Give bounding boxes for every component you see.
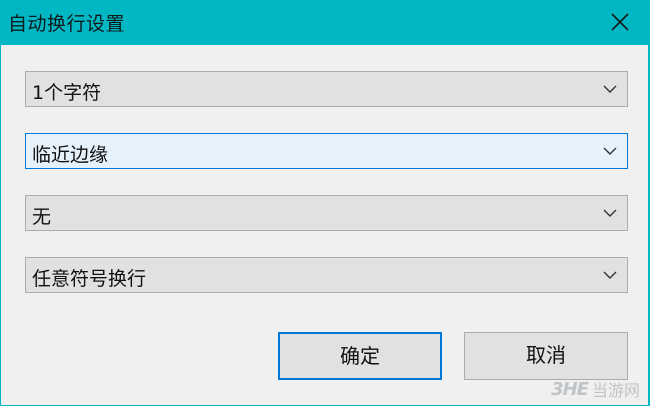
dialog-client-area: 1个字符 临近边缘 无 任意符号换行 确定 取消 3HE 当游网 [1, 45, 648, 405]
watermark: 3HE 当游网 [551, 377, 640, 401]
chevron-down-icon [603, 271, 617, 279]
watermark-logo: 3HE [551, 378, 589, 400]
window-title: 自动换行设置 [8, 13, 126, 35]
close-icon [611, 13, 629, 31]
combo-min-chars-value: 1个字符 [32, 82, 102, 104]
watermark-text: 当游网 [591, 381, 640, 400]
cancel-button[interactable]: 取消 [464, 332, 628, 380]
combo-indent[interactable]: 无 [25, 195, 628, 231]
combo-wrap-position-value: 临近边缘 [32, 144, 109, 166]
chevron-down-icon [603, 209, 617, 217]
dialog-window: 自动换行设置 1个字符 临近边缘 无 任意符号换行 确定 取消 3HE 当游网 [0, 0, 650, 406]
title-bar[interactable]: 自动换行设置 [0, 0, 650, 45]
combo-wrap-mode[interactable]: 任意符号换行 [25, 257, 628, 293]
chevron-down-icon [603, 147, 617, 155]
combo-indent-value: 无 [32, 206, 52, 228]
close-button[interactable] [604, 6, 636, 38]
chevron-down-icon [603, 85, 617, 93]
ok-button[interactable]: 确定 [278, 332, 442, 380]
combo-wrap-position[interactable]: 临近边缘 [25, 133, 628, 169]
combo-min-chars[interactable]: 1个字符 [25, 71, 628, 107]
combo-wrap-mode-value: 任意符号换行 [32, 268, 147, 290]
